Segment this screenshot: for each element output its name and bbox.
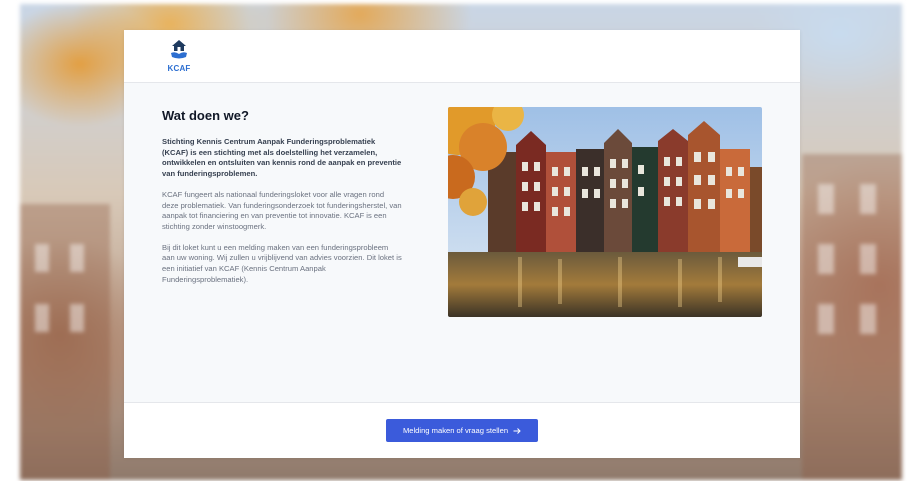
arrow-right-icon — [513, 427, 521, 434]
house-hands-icon — [171, 40, 187, 59]
amsterdam-houses-image — [448, 107, 762, 317]
main-content: Wat doen we? Stichting Kennis Centrum Aa… — [124, 83, 800, 402]
report-paragraph: Bij dit loket kunt u een melding maken v… — [162, 242, 402, 284]
page-title: Wat doen we? — [162, 108, 249, 123]
cta-label: Melding maken of vraag stellen — [402, 426, 509, 435]
header: KCAF — [124, 30, 800, 83]
intro-paragraph: Stichting Kennis Centrum Aanpak Funderin… — [162, 137, 402, 179]
text-column: Wat doen we? Stichting Kennis Centrum Aa… — [162, 108, 402, 295]
description-paragraph: KCAF fungeert als nationaal funderingslo… — [162, 189, 402, 231]
footer: Melding maken of vraag stellen — [124, 402, 800, 458]
info-card: KCAF Wat doen we? Stichting Kennis Centr… — [124, 30, 800, 458]
logo-text: KCAF — [167, 64, 191, 73]
report-or-ask-button[interactable]: Melding maken of vraag stellen — [386, 419, 538, 442]
logo[interactable]: KCAF — [164, 39, 194, 77]
